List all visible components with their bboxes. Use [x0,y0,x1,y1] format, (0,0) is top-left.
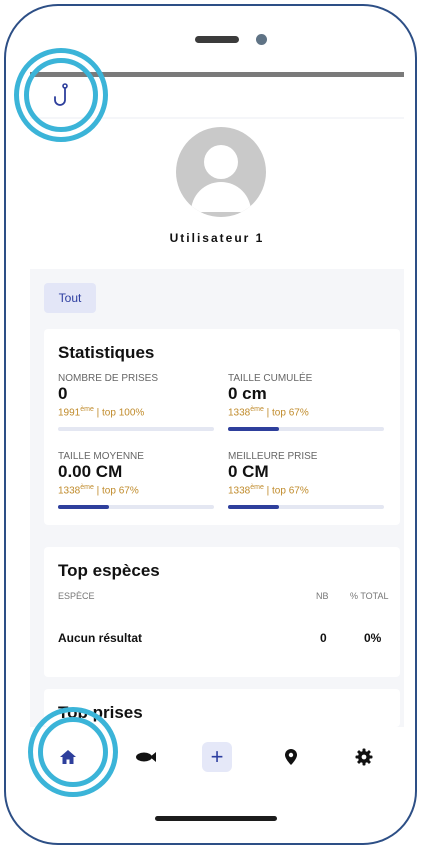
column-header-species: ESPÈCE [58,591,95,601]
nav-map[interactable] [271,737,311,777]
top-species-title: Top espèces [58,561,160,580]
stat-progress-bar [58,505,214,510]
stat-average-size: TAILLE MOYENNE 0.00 CM 1338ème | top 67% [58,451,218,510]
statistics-title: Statistiques [58,343,155,362]
front-camera [256,34,267,45]
stat-value: 0.00 CM [58,462,123,481]
username: Utilisateur 1 [169,231,265,245]
empty-result-label: Aucun résultat [58,631,143,645]
nav-settings[interactable] [344,737,384,777]
home-indicator [155,816,277,821]
map-pin-icon [285,749,297,765]
fish-icon [136,752,156,762]
highlight-ring-inner [38,717,108,787]
stat-label: TAILLE CUMULÉE [228,373,313,384]
settings-icon [355,748,373,766]
stat-rank: 1338ème | top 67% [58,484,139,497]
stat-value: 0 CM [228,462,269,481]
profile-card: Utilisateur 1 [30,119,404,269]
column-header-percent: % TOTAL [350,591,389,601]
column-header-count: NB [316,591,329,601]
stat-progress-bar [58,427,214,432]
stat-label: TAILLE MOYENNE [58,451,144,462]
app-screen: Utilisateur 1 Tout Statistiques NOMBRE D… [30,77,404,727]
stat-total-size: TAILLE CUMULÉE 0 cm 1338ème | top 67% [228,373,388,432]
stat-progress-bar [228,427,384,432]
stat-value: 0 cm [228,384,267,403]
empty-result-count: 0 [320,631,327,645]
statistics-card: Statistiques NOMBRE DE PRISES 0 1991ème … [44,329,400,525]
nav-add[interactable]: + [197,737,237,777]
nav-catches[interactable] [126,737,166,777]
add-icon: + [202,742,232,772]
stat-rank: 1338ème | top 67% [228,406,309,419]
stat-label: NOMBRE DE PRISES [58,373,159,384]
stat-progress-bar [228,505,384,510]
top-species-card: Top espèces ESPÈCE NB % TOTAL Aucun résu… [44,547,400,677]
stat-value: 0 [58,384,68,403]
user-silhouette-icon [191,145,251,212]
speaker-grille [195,36,239,43]
highlight-ring-inner [24,58,98,132]
avatar[interactable] [176,127,266,217]
filter-chip-all[interactable]: Tout [44,283,96,313]
stat-label: MEILLEURE PRISE [228,451,318,462]
stat-best-catch: MEILLEURE PRISE 0 CM 1338ème | top 67% [228,451,388,510]
empty-result-percent: 0% [364,631,382,645]
stat-rank: 1991ème | top 100% [58,406,145,419]
stat-catch-count: NOMBRE DE PRISES 0 1991ème | top 100% [58,373,218,432]
stat-rank: 1338ème | top 67% [228,484,309,497]
